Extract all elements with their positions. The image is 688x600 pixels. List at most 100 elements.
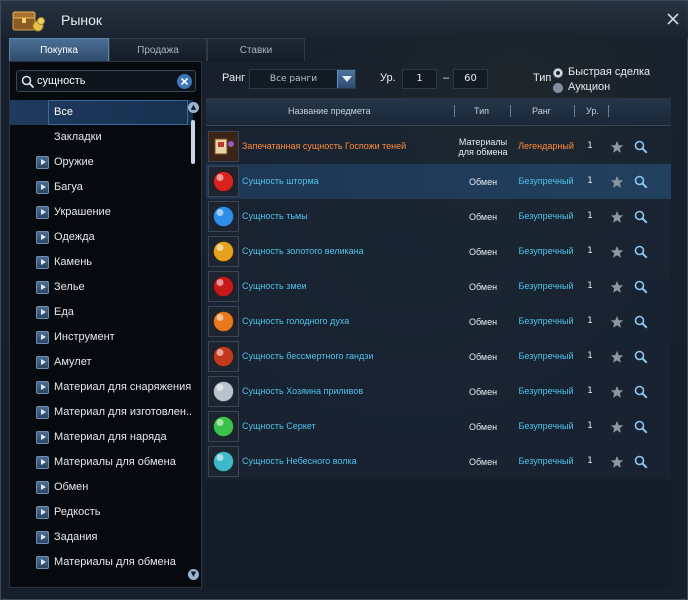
scroll-down-button[interactable]: ▼ (188, 569, 199, 580)
item-name[interactable]: Сущность Хозяина приливов (242, 374, 363, 409)
expand-arrow-icon[interactable] (36, 156, 49, 169)
search-input[interactable] (37, 73, 177, 89)
table-row[interactable]: Запечатанная сущность Госпожи теней Матер… (206, 129, 671, 164)
expand-arrow-icon[interactable] (36, 531, 49, 544)
table-row[interactable]: Сущность Хозяина приливов Обмен Безупречны… (206, 374, 671, 409)
red-orb-icon[interactable] (208, 271, 239, 302)
expand-arrow-icon[interactable] (36, 456, 49, 469)
magnifier-icon[interactable] (634, 349, 648, 364)
category-item[interactable]: Багуа (10, 175, 193, 200)
silver-essence-icon[interactable] (208, 376, 239, 407)
sealed-box-icon[interactable] (208, 131, 239, 162)
magnifier-icon[interactable] (634, 174, 648, 189)
magnifier-icon[interactable] (634, 454, 648, 469)
category-scrollbar[interactable]: ▲ ▼ (188, 102, 199, 580)
table-row[interactable]: Сущность шторма Обмен Безупречный 1 (206, 164, 671, 199)
category-item[interactable]: Еда (10, 300, 193, 325)
category-item[interactable]: Закладки (10, 125, 193, 150)
column-header-type[interactable]: Тип (474, 106, 489, 116)
item-name[interactable]: Сущность голодного духа (242, 304, 349, 339)
table-row[interactable]: Сущность голодного духа Обмен Безупречный 1 (206, 304, 671, 339)
category-item[interactable]: Материал для наряда (10, 425, 193, 450)
category-item[interactable]: Материал для изготовлен... (10, 400, 193, 425)
item-name[interactable]: Сущность змеи (242, 269, 307, 304)
category-item[interactable]: Инструмент (10, 325, 193, 350)
column-header-rank[interactable]: Ранг (532, 106, 551, 116)
column-header-name[interactable]: Название предмета (288, 106, 371, 116)
expand-arrow-icon[interactable] (36, 281, 49, 294)
expand-arrow-icon[interactable] (36, 481, 49, 494)
column-header-level[interactable]: Ур. (586, 106, 599, 116)
star-icon[interactable] (610, 454, 624, 468)
magnifier-icon[interactable] (634, 279, 648, 294)
table-row[interactable]: Сущность золотого великана Обмен Безупречн… (206, 234, 671, 269)
category-item[interactable]: Материалы для обмена (10, 450, 193, 475)
magnifier-icon[interactable] (634, 419, 648, 434)
item-name[interactable]: Сущность Небесного волка (242, 444, 357, 479)
magnifier-icon[interactable] (634, 139, 648, 154)
expand-arrow-icon[interactable] (36, 406, 49, 419)
titlebar[interactable]: Рынок (1, 1, 688, 39)
category-item[interactable]: Оружие (10, 150, 193, 175)
star-icon[interactable] (610, 419, 624, 433)
magnifier-icon[interactable] (634, 384, 648, 399)
magnifier-icon[interactable] (634, 314, 648, 329)
tab-sell[interactable]: Продажа (109, 38, 207, 61)
expand-arrow-icon[interactable] (36, 206, 49, 219)
expand-arrow-icon[interactable] (36, 256, 49, 269)
star-icon[interactable] (610, 314, 624, 328)
quick-deal-radio[interactable] (553, 68, 563, 78)
star-icon[interactable] (610, 244, 624, 258)
category-item[interactable]: Амулет (10, 350, 193, 375)
red-orb-icon[interactable] (208, 166, 239, 197)
star-icon[interactable] (610, 349, 624, 363)
level-max-input[interactable]: 60 (453, 69, 488, 89)
category-item[interactable]: Материалы для обмена (10, 550, 193, 575)
item-name[interactable]: Запечатанная сущность Госпожи теней (242, 129, 406, 164)
category-item[interactable]: Одежда (10, 225, 193, 250)
green-essence-icon[interactable] (208, 411, 239, 442)
table-row[interactable]: Сущность Небесного волка Обмен Безупречный… (206, 444, 671, 479)
table-row[interactable]: Сущность змеи Обмен Безупречный 1 (206, 269, 671, 304)
expand-arrow-icon[interactable] (36, 356, 49, 369)
category-item[interactable]: Материал для снаряжения (10, 375, 193, 400)
table-row[interactable]: Сущность бессмертного гандзи Обмен Безупре… (206, 339, 671, 374)
magnifier-icon[interactable] (634, 209, 648, 224)
expand-arrow-icon[interactable] (36, 331, 49, 344)
star-icon[interactable] (610, 139, 624, 153)
auction-radio[interactable] (553, 83, 563, 93)
level-min-input[interactable]: 1 (402, 69, 437, 89)
scroll-thumb[interactable] (191, 120, 195, 164)
scroll-up-button[interactable]: ▲ (188, 102, 199, 113)
chevron-down-icon[interactable] (337, 70, 355, 88)
rank-select[interactable]: Все ранги (249, 69, 356, 89)
item-name[interactable]: Сущность Серкет (242, 409, 316, 444)
tab-bids[interactable]: Ставки (207, 38, 305, 61)
expand-arrow-icon[interactable] (36, 306, 49, 319)
star-icon[interactable] (610, 209, 624, 223)
crimson-essence-icon[interactable] (208, 341, 239, 372)
category-item[interactable]: Зелье (10, 275, 193, 300)
golden-essence-icon[interactable] (208, 236, 239, 267)
expand-arrow-icon[interactable] (36, 556, 49, 569)
item-name[interactable]: Сущность шторма (242, 164, 319, 199)
magnifier-icon[interactable] (634, 244, 648, 259)
star-icon[interactable] (610, 279, 624, 293)
expand-arrow-icon[interactable] (36, 181, 49, 194)
category-item[interactable]: Обмен (10, 475, 193, 500)
category-item[interactable]: Задания (10, 525, 193, 550)
expand-arrow-icon[interactable] (36, 506, 49, 519)
star-icon[interactable] (610, 174, 624, 188)
item-name[interactable]: Сущность бессмертного гандзи (242, 339, 373, 374)
star-icon[interactable] (610, 384, 624, 398)
teal-essence-icon[interactable] (208, 446, 239, 477)
item-name[interactable]: Сущность тьмы (242, 199, 308, 234)
category-item[interactable]: Все (10, 100, 193, 125)
table-row[interactable]: Сущность Серкет Обмен Безупречный 1 (206, 409, 671, 444)
fire-essence-icon[interactable] (208, 306, 239, 337)
close-button[interactable] (665, 11, 681, 27)
clear-search-button[interactable] (177, 74, 192, 89)
blue-orb-icon[interactable] (208, 201, 239, 232)
expand-arrow-icon[interactable] (36, 381, 49, 394)
item-name[interactable]: Сущность золотого великана (242, 234, 364, 269)
